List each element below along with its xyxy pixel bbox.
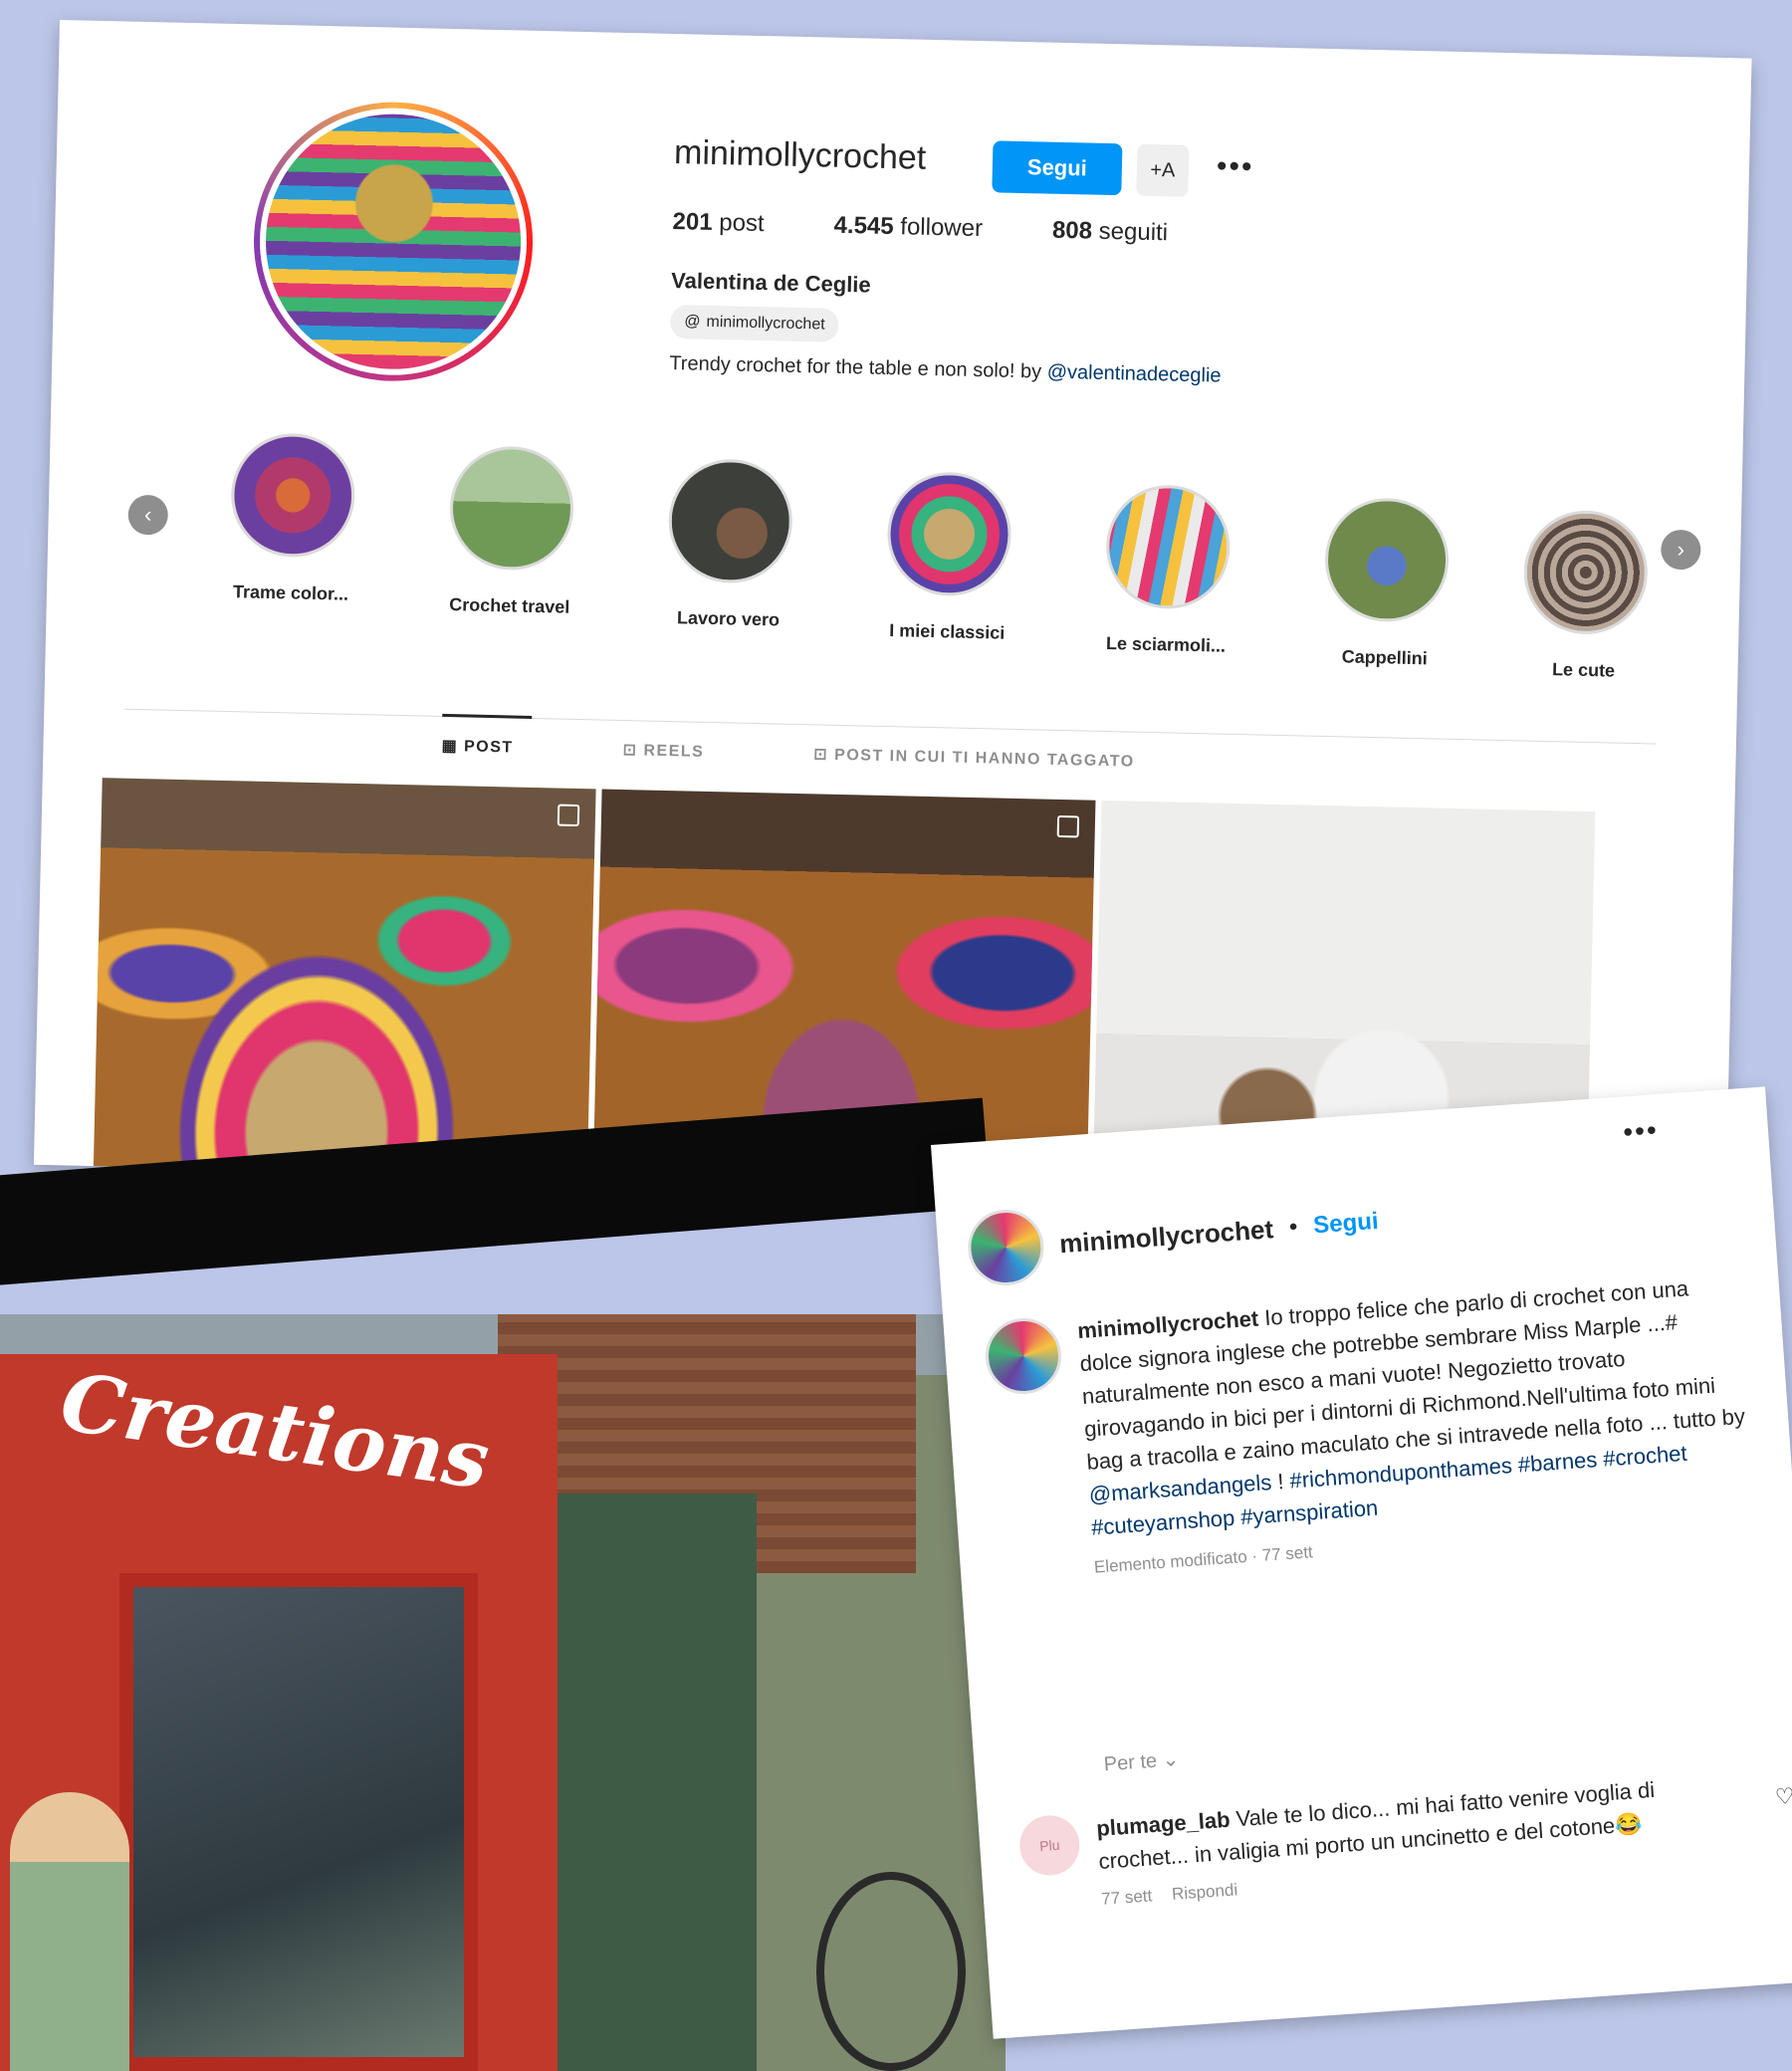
highlights-prev-icon[interactable]: ‹	[127, 494, 169, 536]
highlight-thumbnail	[1323, 496, 1451, 623]
post-more-icon[interactable]: •••	[1622, 1114, 1660, 1148]
active-tab-indicator	[442, 713, 533, 719]
caption-avatar[interactable]	[983, 1315, 1064, 1397]
tab-post[interactable]: ▦ POST	[441, 736, 514, 758]
highlight-thumbnail	[667, 458, 794, 584]
profile-avatar[interactable]	[250, 99, 537, 384]
followers-count[interactable]: 4.545 follower	[833, 212, 983, 243]
profile-bio: Trendy crochet for the table e non solo!…	[669, 352, 1222, 388]
highlight-label: Lavoro vero	[676, 607, 781, 630]
post-username[interactable]: minimollycrochet	[1058, 1214, 1274, 1260]
header-separator: •	[1287, 1213, 1299, 1242]
highlight-label: Trame color...	[232, 581, 349, 604]
comment-avatar[interactable]: Plu	[1017, 1813, 1082, 1878]
tab-tagged[interactable]: ⊡ POST IN CUI TI HANNO TAGGATO	[813, 744, 1135, 771]
highlight-item[interactable]: Le sciarmoli...	[1086, 484, 1249, 658]
comment-time: 77 sett	[1100, 1886, 1153, 1909]
bio-mention-link[interactable]: @valentinadeceglie	[1046, 361, 1221, 387]
suggested-users-button[interactable]: +A	[1136, 143, 1190, 197]
post-avatar[interactable]	[965, 1207, 1046, 1288]
threads-badge[interactable]: @ minimollycrochet	[669, 304, 840, 343]
bio-text: Trendy crochet for the table e non solo!…	[669, 351, 1047, 383]
highlight-thumbnail	[886, 471, 1012, 597]
highlight-label: Le cute	[1551, 659, 1616, 681]
highlight-item[interactable]: Crochet travel	[430, 445, 593, 619]
bicycle-wheel	[816, 1872, 966, 2071]
carousel-icon	[1056, 814, 1080, 838]
for-you-dropdown[interactable]: Per te ⌄	[1103, 1746, 1180, 1776]
caption-row: minimollycrochet Io troppo felice che pa…	[983, 1268, 1756, 1584]
profile-username: minimollycrochet	[673, 133, 927, 177]
highlight-item[interactable]: Trame color...	[211, 432, 374, 606]
carousel-icon	[557, 804, 580, 827]
post-header: minimollycrochet • Segui	[965, 1184, 1381, 1288]
highlight-thumbnail	[448, 445, 575, 572]
highlight-label: Cappellini	[1341, 646, 1429, 669]
reply-link[interactable]: Rispondi	[1171, 1880, 1237, 1905]
highlight-item[interactable]: Cappellini	[1305, 496, 1468, 671]
avatar-image	[257, 105, 531, 378]
tab-reels[interactable]: ⊡ REELS	[622, 740, 704, 762]
caption-username[interactable]: minimollycrochet	[1077, 1305, 1259, 1343]
highlight-item[interactable]: I miei classici	[867, 471, 1030, 645]
instagram-profile-screenshot: minimollycrochet Segui +A ••• 201 post 4…	[33, 20, 1752, 1204]
threads-icon: @	[684, 313, 701, 331]
profile-tabs: ▦ POST ⊡ REELS ⊡ POST IN CUI TI HANNO TA…	[441, 736, 1135, 772]
post-follow-link[interactable]: Segui	[1312, 1208, 1379, 1240]
highlights-next-icon[interactable]: ›	[1660, 529, 1701, 571]
tabs-divider	[123, 708, 1657, 745]
woman-figure	[10, 1792, 129, 2071]
post-caption: minimollycrochet Io troppo felice che pa…	[1076, 1268, 1753, 1544]
highlight-thumbnail	[229, 432, 356, 559]
heart-icon[interactable]: ♡	[1774, 1783, 1792, 1810]
highlight-thumbnail	[1104, 484, 1232, 610]
caption-mention[interactable]: @marksandangels	[1088, 1470, 1272, 1507]
more-options-icon[interactable]: •••	[1217, 149, 1254, 184]
profile-stats: 201 post 4.545 follower 808 seguiti	[672, 208, 1168, 247]
shop-window	[119, 1573, 478, 2071]
follow-button[interactable]: Segui	[992, 140, 1123, 196]
highlight-label: Le sciarmoli...	[1105, 633, 1227, 656]
comment: Plu plumage_lab Vale te lo dico... mi ha…	[1017, 1769, 1719, 1916]
grid-post-placemats[interactable]	[93, 778, 596, 1178]
shopfront-photo: Creations	[0, 1314, 1006, 2071]
instagram-post-screenshot: ••• minimollycrochet • Segui minimollycr…	[931, 1086, 1792, 2039]
posts-count[interactable]: 201 post	[672, 208, 765, 238]
green-shopfront	[558, 1494, 757, 2071]
comment-username[interactable]: plumage_lab	[1095, 1807, 1231, 1841]
profile-full-name: Valentina de Ceglie	[670, 268, 871, 298]
highlight-label: Crochet travel	[449, 594, 570, 617]
highlight-item[interactable]: Le cute	[1503, 509, 1667, 683]
threads-handle: minimollycrochet	[706, 313, 825, 334]
highlight-item[interactable]: Lavoro vero	[648, 458, 811, 632]
caption-bang: !	[1270, 1469, 1285, 1495]
highlight-label: I miei classici	[889, 620, 1006, 643]
highlight-thumbnail	[1522, 509, 1650, 636]
following-count[interactable]: 808 seguiti	[1052, 217, 1169, 248]
